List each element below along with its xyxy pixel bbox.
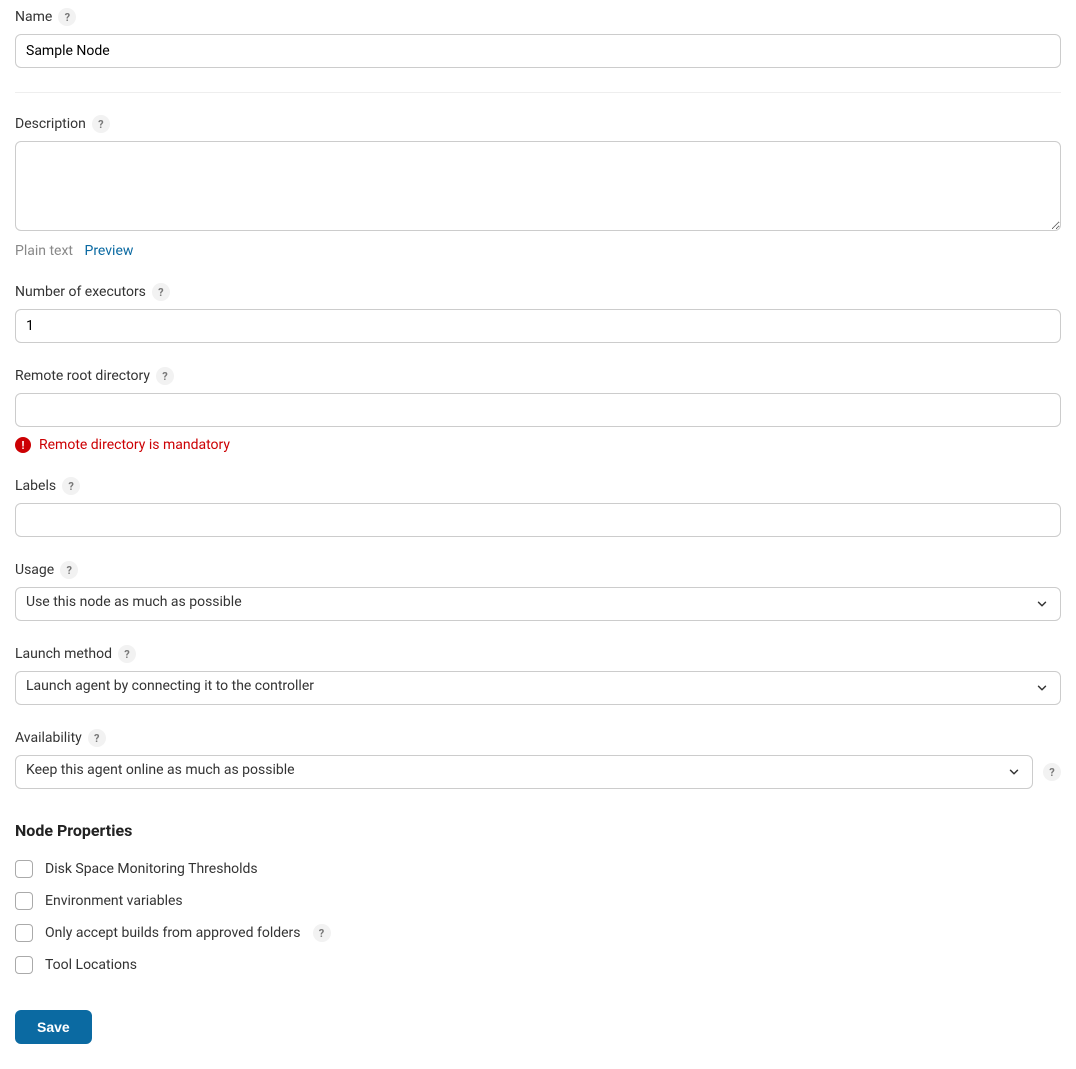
preview-link[interactable]: Preview (84, 243, 133, 259)
help-icon[interactable]: ? (62, 477, 80, 495)
error-icon: ! (15, 437, 31, 453)
availability-label: Availability (15, 730, 82, 746)
executors-input[interactable] (15, 309, 1061, 343)
checkbox-row: Only accept builds from approved folders… (15, 924, 1061, 942)
checkbox-label: Environment variables (45, 893, 183, 909)
help-icon[interactable]: ? (156, 367, 174, 385)
checkbox-row: Tool Locations (15, 956, 1061, 974)
help-icon[interactable]: ? (92, 115, 110, 133)
tool-locations-checkbox[interactable] (15, 956, 33, 974)
help-icon[interactable]: ? (313, 924, 331, 942)
help-icon[interactable]: ? (152, 283, 170, 301)
node-properties-heading: Node Properties (15, 821, 1061, 840)
labels-input[interactable] (15, 503, 1061, 537)
error-text: Remote directory is mandatory (39, 437, 230, 453)
help-icon[interactable]: ? (58, 8, 76, 26)
remote-root-label: Remote root directory (15, 368, 150, 384)
availability-select[interactable]: Keep this agent online as much as possib… (15, 755, 1033, 789)
approved-folders-checkbox[interactable] (15, 924, 33, 942)
checkbox-row: Disk Space Monitoring Thresholds (15, 860, 1061, 878)
plain-text-label: Plain text (15, 243, 73, 259)
checkbox-label: Disk Space Monitoring Thresholds (45, 861, 258, 877)
description-textarea[interactable] (15, 141, 1061, 231)
remote-root-error: ! Remote directory is mandatory (15, 437, 1061, 453)
help-icon[interactable]: ? (88, 729, 106, 747)
name-input[interactable] (15, 34, 1061, 68)
help-icon[interactable]: ? (60, 561, 78, 579)
launch-method-label: Launch method (15, 646, 112, 662)
checkbox-label: Only accept builds from approved folders (45, 925, 301, 941)
checkbox-row: Environment variables (15, 892, 1061, 910)
usage-label: Usage (15, 562, 54, 578)
help-icon[interactable]: ? (118, 645, 136, 663)
description-label: Description (15, 116, 86, 132)
help-icon[interactable]: ? (1043, 763, 1061, 781)
usage-select[interactable]: Use this node as much as possible (15, 587, 1061, 621)
executors-label: Number of executors (15, 284, 146, 300)
checkbox-label: Tool Locations (45, 957, 137, 973)
labels-label: Labels (15, 478, 56, 494)
name-label: Name (15, 9, 52, 25)
env-vars-checkbox[interactable] (15, 892, 33, 910)
launch-method-select[interactable]: Launch agent by connecting it to the con… (15, 671, 1061, 705)
disk-space-checkbox[interactable] (15, 860, 33, 878)
save-button[interactable]: Save (15, 1010, 92, 1044)
remote-root-input[interactable] (15, 393, 1061, 427)
